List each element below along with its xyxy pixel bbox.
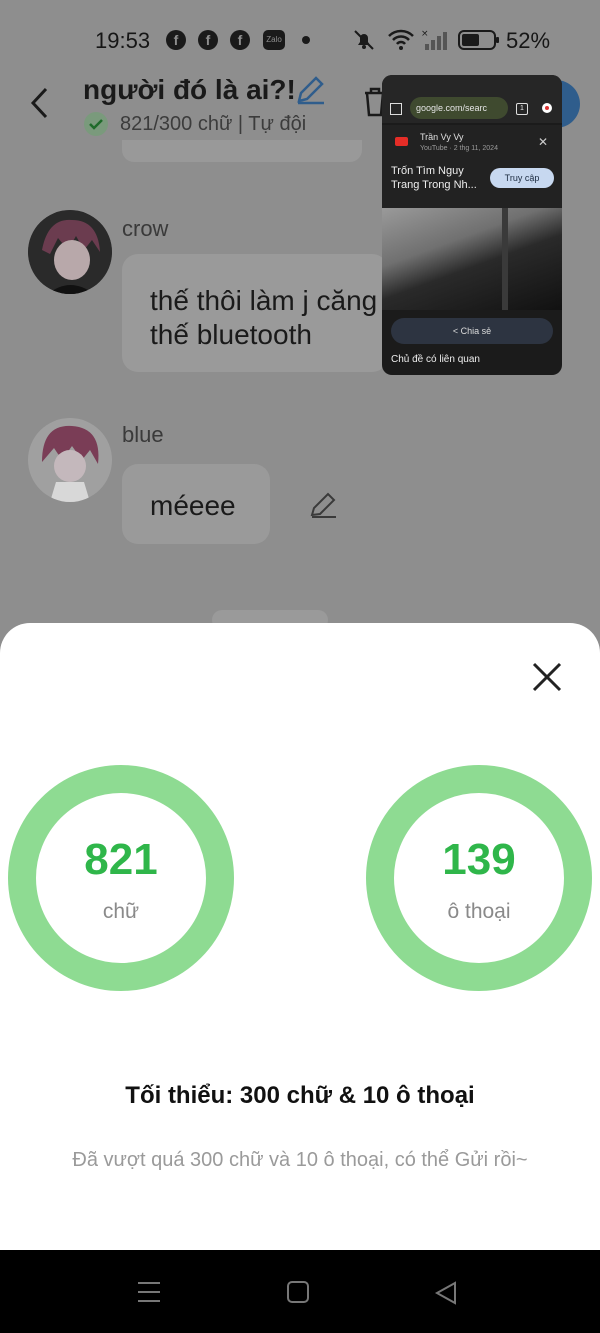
pip-url-bar[interactable]: google.com/searc — [410, 97, 508, 119]
youtube-icon — [395, 137, 408, 146]
home-icon[interactable] — [390, 103, 402, 115]
back-nav-icon[interactable] — [433, 1280, 459, 1306]
word-count-status: 821/300 chữ | Tự đội — [120, 113, 307, 135]
status-bar: 19:53 f f f Zalo × 52% — [0, 0, 600, 80]
status-time: 19:53 — [95, 28, 151, 53]
check-icon — [84, 112, 108, 136]
chat-title: người đó là ai?! — [83, 74, 296, 105]
video-thumbnail[interactable] — [382, 208, 562, 310]
home-button-icon[interactable] — [286, 1280, 310, 1304]
zalo-icon: Zalo — [263, 30, 285, 50]
edit-title-icon[interactable] — [294, 74, 326, 106]
requirement-note: Đã vượt quá 300 chữ và 10 ô thoại, có th… — [72, 1149, 528, 1171]
message-text: méeee — [150, 490, 236, 521]
facebook-icon: f — [166, 30, 186, 50]
avatar-blue — [28, 418, 112, 502]
tabs-icon[interactable]: 1 — [516, 103, 528, 115]
back-arrow-icon[interactable] — [28, 86, 52, 120]
signal-icon: × — [421, 29, 447, 50]
message-text: thế bluetooth — [150, 319, 312, 350]
pip-video-title[interactable]: Trốn Tìm Nguy Trang Trong Nh... — [391, 164, 487, 192]
close-icon[interactable]: ✕ — [538, 135, 548, 149]
svg-text:×: × — [421, 29, 429, 39]
bubble-count-label: ô thoại — [447, 900, 511, 923]
wifi-icon — [388, 29, 414, 50]
avatar-crow — [28, 210, 112, 294]
recents-icon[interactable] — [136, 1279, 162, 1305]
pip-video-meta: YouTube · 2 thg 11, 2024 — [420, 145, 498, 152]
video-thumbnail-detail — [502, 208, 508, 310]
related-topics-label: Chủ đề có liên quan — [391, 354, 480, 365]
battery-percent: 52% — [506, 28, 551, 53]
dot-icon — [302, 36, 310, 44]
sender-name: blue — [122, 422, 164, 447]
close-icon[interactable] — [530, 660, 564, 694]
word-count-label: chữ — [102, 900, 140, 923]
visit-button[interactable]: Truy cập — [490, 168, 554, 188]
message-bubble-previous — [122, 140, 362, 162]
share-label: Chia sẻ — [460, 326, 492, 336]
share-button[interactable]: < Chia sẻ — [391, 318, 553, 344]
minimum-requirement: Tối thiểu: 300 chữ & 10 ô thoại — [125, 1082, 475, 1109]
pip-browser-window[interactable]: google.com/searc 1 Trần Vy Vy YouTube · … — [382, 75, 562, 375]
menu-icon[interactable] — [542, 103, 552, 113]
word-count-value: 821 — [84, 835, 158, 884]
mute-bell-icon — [354, 30, 374, 50]
share-icon: < — [452, 326, 461, 336]
avatar-crow-image — [28, 210, 112, 294]
avatar-blue-image — [28, 418, 112, 502]
message-text: thế thôi làm j căng — [150, 285, 378, 316]
facebook-icon: f — [230, 30, 250, 50]
pip-channel-name: Trần Vy Vy — [420, 132, 464, 142]
battery-icon — [458, 30, 499, 50]
sender-name: crow — [122, 216, 169, 241]
bubble-count-value: 139 — [442, 835, 516, 884]
facebook-icon: f — [198, 30, 218, 50]
edit-message-icon[interactable] — [308, 490, 338, 520]
